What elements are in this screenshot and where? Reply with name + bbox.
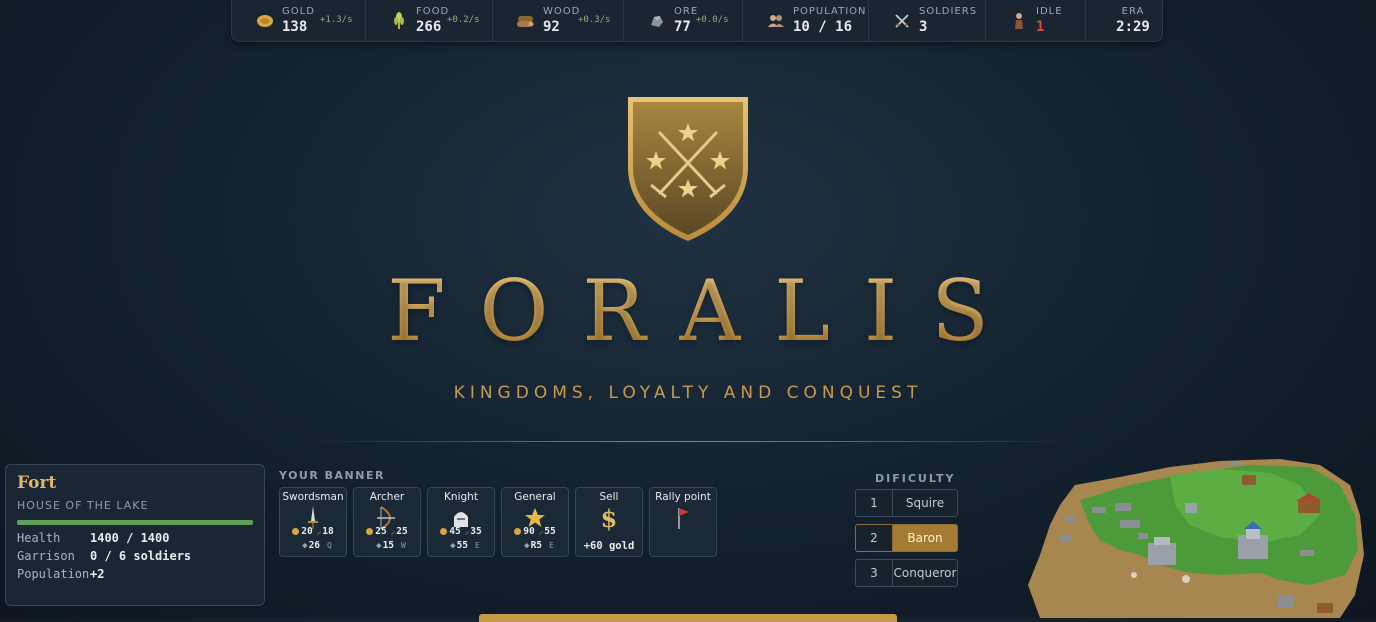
wheat-icon [388,10,410,32]
difficulty-squire[interactable]: 1 Squire [855,489,958,517]
difficulty-conqueror[interactable]: 3 Conqueror [855,559,958,587]
recruit-general-button[interactable]: General 90 ⸝55 ◆R5 E [501,487,569,557]
resource-wood: WOOD 92 +0.3/s [493,0,624,41]
idle-worker-icon [1008,10,1030,32]
fort-health-bar [17,520,253,525]
resource-gold: GOLD 138 +1.3/s [232,0,366,41]
rally-point-button[interactable]: Rally point [649,487,717,557]
resource-era: ERA 2:29 [1116,6,1150,35]
sell-button[interactable]: Sell $ +60 gold [575,487,643,557]
fort-info-panel: Fort HOUSE OF THE LAKE Health 1400 / 1400… [5,464,265,606]
play-button[interactable] [479,614,897,622]
difficulty-label: DIFICULTY [875,472,956,485]
resource-population: POPULATION 10 / 16 [743,0,869,41]
fort-name: Fort [17,473,57,493]
title-divider [310,441,1070,442]
crest-shield-icon [628,97,748,241]
log-icon [515,10,537,32]
resource-idle: IDLE 1 [986,0,1086,41]
minimap[interactable] [1020,455,1366,618]
people-icon [765,10,787,32]
recruit-knight-button[interactable]: Knight 45 ⸝35 ◆55 E [427,487,495,557]
fort-house: HOUSE OF THE LAKE [17,499,149,512]
recruit-archer-button[interactable]: Archer 25 ⸝25 ◆15 W [353,487,421,557]
resource-bar: GOLD 138 +1.3/s FOOD 266 +0.2/s WOOD 92 +0.… [231,0,1163,42]
fort-row-garrison: Garrison 0 / 6 soldiers [17,549,192,563]
dollar-icon: $ [600,503,618,533]
difficulty-baron[interactable]: 2 Baron [855,524,958,552]
banner-cards: Swordsman 20 ⸝18 ◆26 Q Archer 25 ⸝25 ◆15 W K… [279,487,717,557]
ore-icon [646,10,668,32]
resource-food: FOOD 266 +0.2/s [366,0,493,41]
fort-row-health: Health 1400 / 1400 [17,531,170,545]
resource-ore: ORE 77 +0.0/s [624,0,743,41]
gold-coin-icon [254,10,276,32]
game-title: FORALIS [0,262,1376,360]
resource-soldiers: SOLDIERS 3 [869,0,986,41]
crossed-swords-icon [891,10,913,32]
banner-label: YOUR BANNER [279,469,385,482]
flag-icon [650,505,716,531]
recruit-swordsman-button[interactable]: Swordsman 20 ⸝18 ◆26 Q [279,487,347,557]
fort-row-population: Population +2 [17,567,105,581]
game-subtitle: KINGDOMS, LOYALTY AND CONQUEST [453,383,923,403]
fort-health-fill [17,520,253,525]
